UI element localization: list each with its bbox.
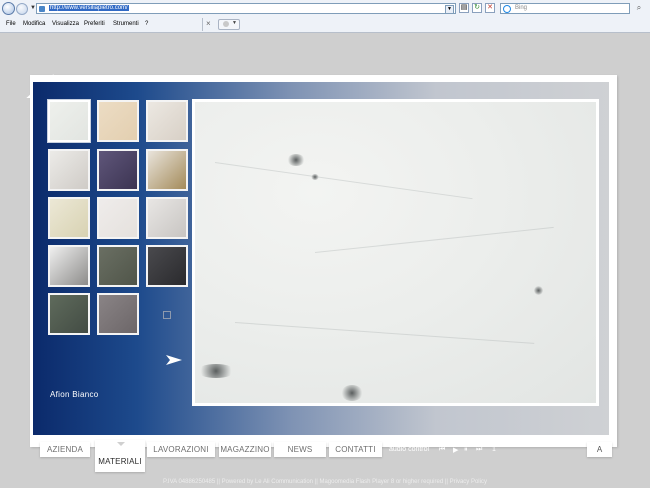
site-favicon-icon	[39, 6, 45, 12]
material-thumb-1[interactable]	[48, 100, 90, 142]
material-thumb-4[interactable]	[48, 149, 90, 191]
search-placeholder[interactable]: Bing	[515, 5, 527, 11]
menu-file[interactable]: File	[6, 21, 16, 27]
address-dropdown-icon[interactable]: ▼	[445, 5, 454, 14]
marble-speck	[311, 174, 319, 180]
marble-speck	[341, 385, 363, 401]
address-bar[interactable]: http://www.versiliapietro.com/ ▼	[36, 3, 456, 14]
material-thumb-6[interactable]	[146, 149, 188, 191]
material-name: Afion Bianco	[50, 390, 99, 399]
audio-pause-icon[interactable]: ⏸	[464, 446, 468, 454]
search-box[interactable]: Bing	[500, 3, 630, 14]
material-thumb-7[interactable]	[48, 197, 90, 239]
material-thumb-10[interactable]	[48, 245, 90, 287]
material-thumb-11[interactable]	[97, 245, 139, 287]
material-thumb-13[interactable]	[48, 293, 90, 335]
new-tab-button[interactable]: ▼	[218, 19, 240, 30]
stop-icon[interactable]: ✕	[485, 3, 495, 13]
material-thumb-12[interactable]	[146, 245, 188, 287]
back-button[interactable]	[2, 2, 15, 15]
compatibility-view-icon[interactable]: ▤	[459, 3, 469, 13]
menu-help[interactable]: ?	[145, 21, 148, 27]
menu-preferiti[interactable]: Preferiti	[84, 21, 105, 27]
address-url[interactable]: http://www.versiliapietro.com/	[49, 5, 129, 11]
next-arrow-icon[interactable]	[166, 355, 182, 365]
audio-prev-icon[interactable]: ⏮	[439, 446, 445, 454]
active-indicator	[117, 442, 125, 446]
menu-modifica[interactable]: Modifica	[23, 21, 45, 27]
thumbnail-more-box[interactable]	[163, 311, 171, 319]
material-thumb-9[interactable]	[146, 197, 188, 239]
nav-lavorazioni[interactable]: LAVORAZIONI	[147, 442, 215, 457]
marble-speck	[287, 154, 305, 166]
tab-close-icon[interactable]: ×	[206, 19, 211, 28]
marble-vein	[234, 322, 535, 344]
forward-button[interactable]	[16, 3, 28, 15]
new-tab-icon	[223, 21, 229, 27]
nav-contatti[interactable]: CONTATTI	[329, 442, 382, 457]
footer-text: P.IVA 04886250485 || Powered by Le Ali C…	[163, 479, 487, 485]
material-thumb-14[interactable]	[97, 293, 139, 335]
menu-visualizza[interactable]: Visualizza	[52, 21, 79, 27]
nav-azienda[interactable]: AZIENDA	[40, 442, 90, 457]
audio-track-number: 1	[492, 446, 496, 453]
chevron-down-icon: ▼	[232, 20, 237, 26]
menu-strumenti[interactable]: Strumenti	[113, 21, 139, 27]
nav-magazzino[interactable]: MAGAZZINO	[219, 442, 271, 457]
material-thumb-8[interactable]	[97, 197, 139, 239]
search-go-icon[interactable]: ⌕	[634, 3, 644, 13]
material-thumb-5[interactable]	[97, 149, 139, 191]
language-button[interactable]: A	[587, 442, 612, 457]
audio-next-icon[interactable]: ⏭	[476, 446, 482, 454]
browser-toolbar: ▼ http://www.versiliapietro.com/ ▼ ▤ ↻ ✕…	[0, 0, 650, 33]
marble-vein	[314, 226, 554, 253]
menu-bar: File Modifica Visualizza Preferiti Strum…	[0, 19, 650, 31]
marble-speck	[534, 286, 543, 295]
refresh-icon[interactable]: ↻	[472, 3, 482, 13]
audio-control-label: audio control	[389, 446, 430, 453]
material-thumb-3[interactable]	[146, 100, 188, 142]
bing-icon	[503, 5, 511, 13]
tab-separator	[202, 18, 203, 31]
audio-play-icon[interactable]: ▶	[453, 446, 458, 454]
material-thumb-2[interactable]	[97, 100, 139, 142]
marble-speck	[197, 364, 235, 378]
material-preview-image	[192, 99, 599, 406]
marble-vein	[214, 162, 473, 200]
nav-news[interactable]: NEWS	[274, 442, 326, 457]
